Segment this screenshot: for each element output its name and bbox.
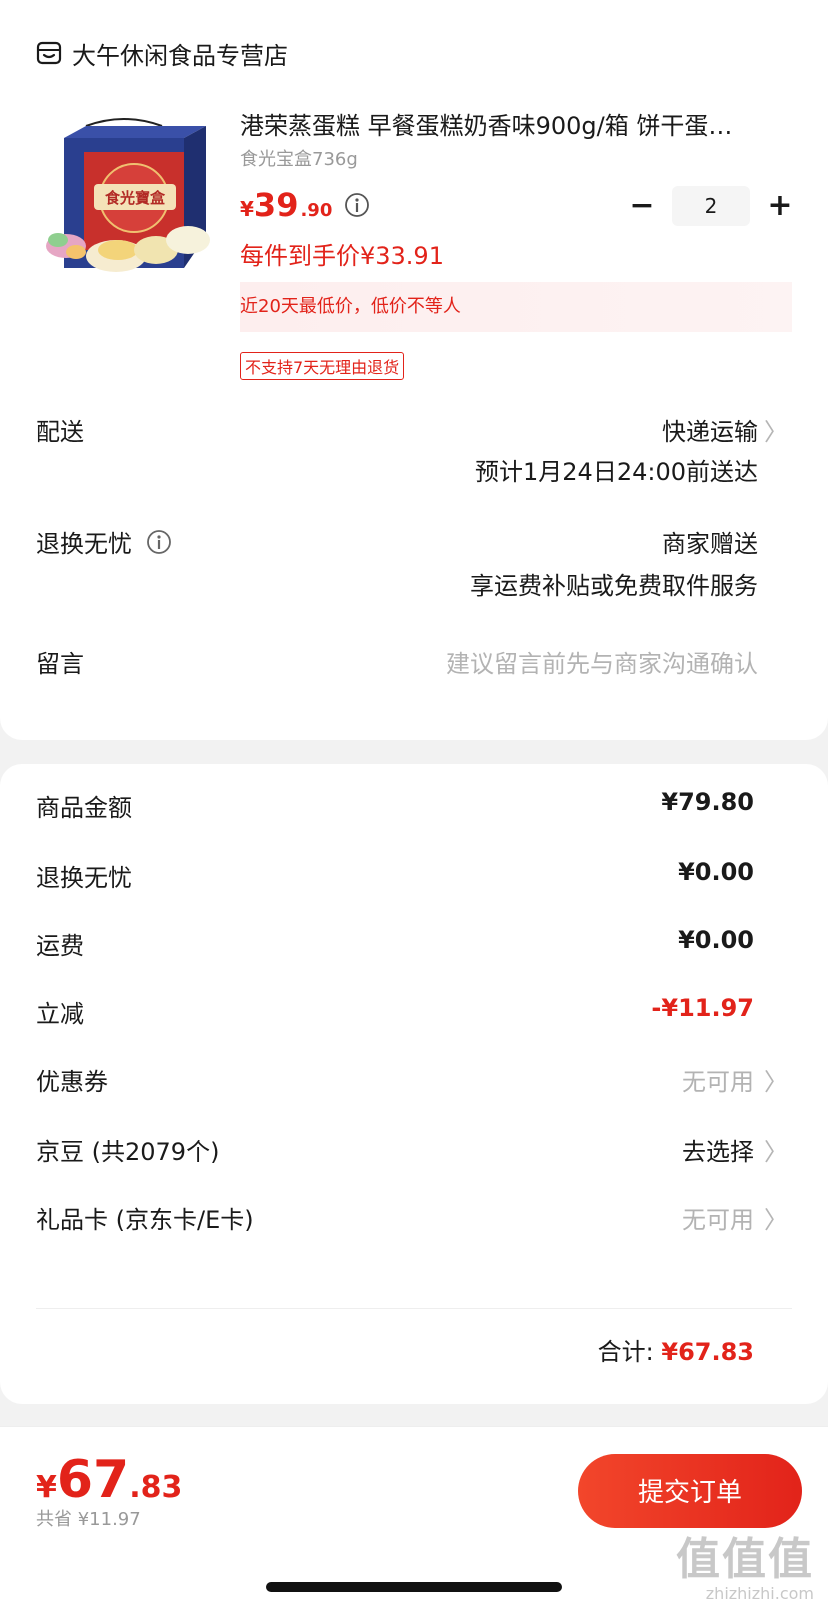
- delivery-chevron-icon[interactable]: 〉: [764, 412, 788, 447]
- goods-amount-value: ¥79.80: [661, 788, 754, 816]
- price-currency: ¥: [240, 197, 254, 221]
- quantity-minus-button[interactable]: −: [628, 186, 656, 226]
- subtotal-value: ¥67.83: [661, 1338, 754, 1366]
- product-price: ¥ 39 .90: [240, 186, 370, 224]
- subtotal-row: 合计: ¥67.83: [598, 1332, 754, 1367]
- total-saved: 共省 ¥11.97: [36, 1509, 141, 1530]
- lowest-price-banner: 近20天最低价，低价不等人: [240, 282, 792, 332]
- total-decimal: .83: [129, 1470, 183, 1505]
- unit-final-price: 每件到手价¥33.91: [240, 242, 444, 270]
- total-integer: 67: [56, 1450, 130, 1510]
- price-info-icon[interactable]: [344, 192, 370, 218]
- jingdou-label: 京豆 (共2079个): [36, 1138, 220, 1166]
- message-input[interactable]: 建议留言前先与商家沟通确认: [446, 644, 758, 679]
- price-divider: [36, 1308, 792, 1309]
- watermark: 值值值 zhizhizhi.com: [676, 1534, 814, 1604]
- product-image[interactable]: 食光寶盒: [36, 118, 214, 288]
- total-currency: ¥: [36, 1470, 57, 1505]
- return-service-provider: 商家赠送: [662, 530, 758, 558]
- delivery-method[interactable]: 快递运输: [662, 412, 758, 447]
- watermark-url: zhizhizhi.com: [705, 1584, 814, 1603]
- delivery-eta: 预计1月24日24:00前送达: [475, 458, 758, 486]
- return-fee-value: ¥0.00: [678, 858, 754, 886]
- discount-value: -¥11.97: [651, 994, 754, 1022]
- home-indicator[interactable]: [266, 1582, 562, 1592]
- giftcard-label: 礼品卡 (京东卡/E卡): [36, 1206, 254, 1234]
- store-row[interactable]: 大午休闲食品专营店: [36, 36, 288, 70]
- jingdou-select[interactable]: 去选择: [682, 1132, 754, 1167]
- shipping-fee-value: ¥0.00: [678, 926, 754, 954]
- return-service-label-row: 退换无忧: [36, 524, 172, 559]
- lowest-price-text: 近20天最低价，低价不等人: [240, 296, 461, 317]
- jingdou-chevron-icon[interactable]: 〉: [764, 1132, 788, 1167]
- message-label: 留言: [36, 650, 84, 678]
- subtotal-label: 合计:: [597, 1338, 654, 1366]
- price-decimal: .90: [300, 200, 333, 221]
- product-spec[interactable]: 食光宝盒736g: [240, 145, 358, 171]
- giftcard-chevron-icon[interactable]: 〉: [764, 1200, 788, 1235]
- total-price: ¥ 67 .83: [36, 1450, 182, 1510]
- quantity-value[interactable]: 2: [672, 186, 750, 226]
- return-service-label: 退换无忧: [36, 530, 132, 558]
- store-name: 大午休闲食品专营店: [72, 41, 288, 70]
- giftcard-value[interactable]: 无可用: [682, 1200, 754, 1235]
- shipping-fee-label: 运费: [36, 932, 84, 960]
- coupon-chevron-icon[interactable]: 〉: [764, 1062, 788, 1097]
- quantity-stepper: − 2 +: [628, 186, 794, 226]
- return-info-icon[interactable]: [146, 529, 172, 555]
- delivery-label: 配送: [36, 418, 84, 446]
- product-title[interactable]: 港荣蒸蛋糕 早餐蛋糕奶香味900g/箱 饼干蛋…: [240, 106, 800, 141]
- product-image-text: 食光寶盒: [105, 189, 166, 207]
- goods-amount-label: 商品金额: [36, 794, 132, 822]
- price-integer: 39: [253, 186, 299, 224]
- no-return-tag: 不支持7天无理由退货: [240, 352, 405, 380]
- watermark-logo: 值值值: [676, 1534, 814, 1585]
- discount-label: 立减: [36, 1000, 84, 1028]
- return-service-desc: 享运费补贴或免费取件服务: [470, 572, 758, 600]
- submit-order-button[interactable]: 提交订单: [578, 1454, 802, 1528]
- store-icon: [36, 41, 62, 65]
- coupon-value[interactable]: 无可用: [682, 1062, 754, 1097]
- order-confirm-page: 大午休闲食品专营店 食光寶盒 港荣蒸蛋糕 早餐蛋糕奶香味900g/箱 饼干蛋… …: [0, 0, 828, 1611]
- return-fee-label: 退换无忧: [36, 864, 132, 892]
- quantity-plus-button[interactable]: +: [766, 186, 794, 226]
- coupon-label: 优惠券: [36, 1068, 108, 1096]
